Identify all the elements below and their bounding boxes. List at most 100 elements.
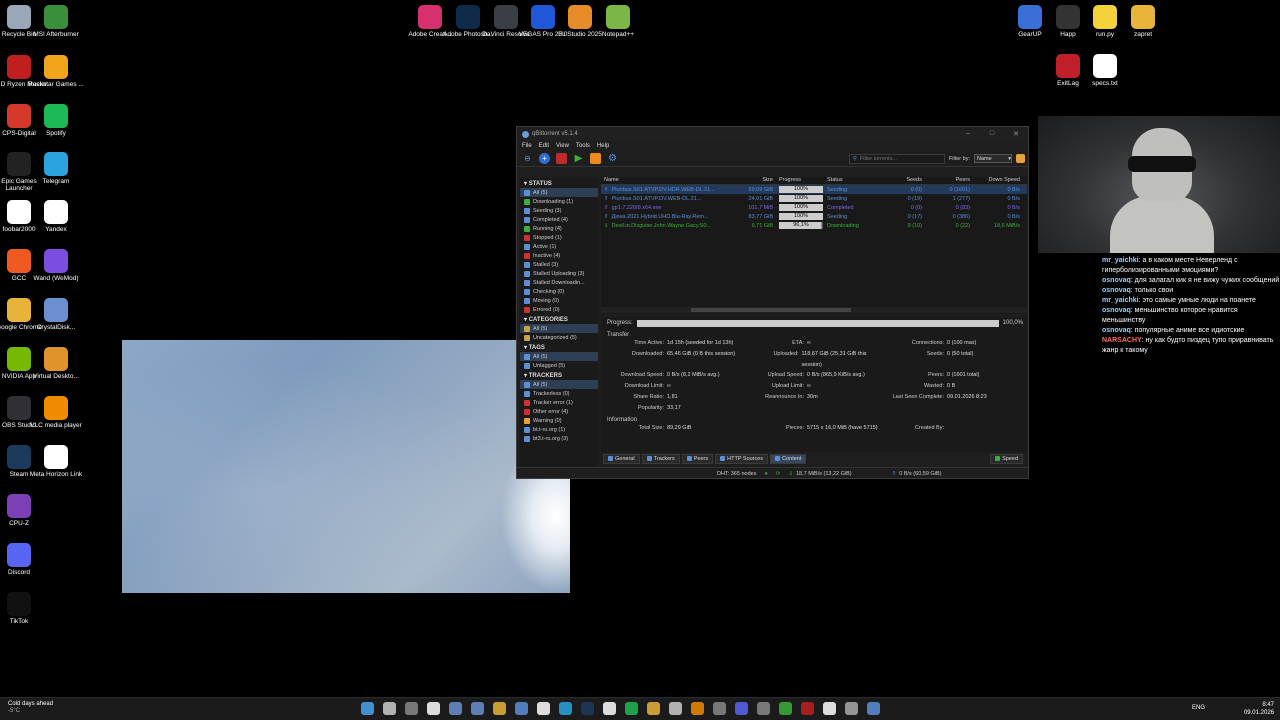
resume-icon[interactable]: ▶: [573, 153, 584, 164]
filter-select[interactable]: Name ▾: [974, 154, 1012, 163]
status-filter-item[interactable]: Seeding (3): [520, 206, 598, 215]
desktop-icon-21[interactable]: Discord: [0, 543, 50, 576]
tracker-filter-item[interactable]: bt.t-ru.org (1): [520, 425, 598, 434]
game-icon[interactable]: [757, 702, 770, 715]
cmd-icon[interactable]: [845, 702, 858, 715]
desktop-icon-19[interactable]: Meta Horizon Link: [25, 445, 87, 478]
status-filter-item[interactable]: Stalled Downloadin...: [520, 278, 598, 287]
menu-tools[interactable]: Tools: [576, 143, 590, 149]
tracker-filter-item[interactable]: Tracker error (1): [520, 398, 598, 407]
clock[interactable]: 8:47 09.01.2026: [1244, 701, 1274, 717]
add-torrent-icon[interactable]: +: [539, 153, 550, 164]
maximize-button[interactable]: □: [980, 130, 1004, 138]
brave-icon[interactable]: [691, 702, 704, 715]
start-icon[interactable]: [361, 702, 374, 715]
qbittorrent-icon[interactable]: [867, 702, 880, 715]
vscode-icon[interactable]: [471, 702, 484, 715]
col-peers[interactable]: Peers: [925, 177, 973, 184]
steam-icon[interactable]: [581, 702, 594, 715]
desktop-icon-1[interactable]: MSI Afterburner: [25, 5, 87, 38]
language-indicator[interactable]: ENG: [1192, 705, 1205, 711]
status-filter-item[interactable]: Stopped (1): [520, 233, 598, 242]
torrent-list[interactable]: Name Size Progress Status Seeds Peers Do…: [601, 177, 1027, 314]
desktop-icon-7[interactable]: Telegram: [25, 152, 87, 185]
status-filter-item[interactable]: Active (1): [520, 242, 598, 251]
status-filter-item[interactable]: Moving (0): [520, 296, 598, 305]
top-desktop-icon-9[interactable]: zapret: [1112, 5, 1174, 38]
options-gear-icon[interactable]: ⚙: [607, 153, 618, 164]
status-header[interactable]: ▾ STATUS: [520, 178, 598, 188]
menu-edit[interactable]: Edit: [539, 143, 549, 149]
col-progress[interactable]: Progress: [776, 177, 824, 184]
desktop-icon-5[interactable]: Spotify: [25, 104, 87, 137]
desktop-icon-11[interactable]: Wand (WeMod): [25, 249, 87, 282]
category-filter-item[interactable]: All (5): [520, 324, 598, 333]
torrent-row[interactable]: ⇑ Pluribus.S01.ATVP.DV.HDR.WEB-DL.21... 5…: [601, 185, 1027, 194]
top-desktop-icon-11[interactable]: specs.txt: [1074, 54, 1136, 87]
desktop-icon-17[interactable]: VLC media player: [25, 396, 87, 429]
status-filter-item[interactable]: Stalled (3): [520, 260, 598, 269]
col-down-speed[interactable]: Down Speed: [973, 177, 1023, 184]
menu-help[interactable]: Help: [597, 143, 609, 149]
chat-app-icon[interactable]: [449, 702, 462, 715]
tab-http-sources[interactable]: HTTP Sources: [715, 453, 769, 464]
add-link-icon[interactable]: ⊖: [522, 153, 533, 164]
tracker-filter-item[interactable]: Warning (0): [520, 416, 598, 425]
status-filter-item[interactable]: Running (4): [520, 224, 598, 233]
status-filter-item[interactable]: Completed (4): [520, 215, 598, 224]
edge-icon[interactable]: [515, 702, 528, 715]
minimize-button[interactable]: –: [956, 130, 980, 138]
col-seeds[interactable]: Seeds: [899, 177, 925, 184]
delete-icon[interactable]: [556, 153, 567, 164]
chrome-icon[interactable]: [647, 702, 660, 715]
exitlag-icon[interactable]: [801, 702, 814, 715]
menu-view[interactable]: View: [556, 143, 569, 149]
status-filter-item[interactable]: Downloading (1): [520, 197, 598, 206]
weather-widget[interactable]: Cold days ahead -5°C: [8, 701, 53, 715]
speed-button[interactable]: Speed: [990, 453, 1023, 464]
tag-filter-item[interactable]: Untagged (5): [520, 361, 598, 370]
desktop-icon-20[interactable]: CPU-Z: [0, 494, 50, 527]
torrent-row[interactable]: ⇓ Devil.in.Disguise.John.Wayne.Gacy.S0...…: [601, 221, 1027, 230]
scroll-thumb[interactable]: [691, 308, 851, 312]
close-button[interactable]: ✕: [1004, 130, 1028, 138]
widgets-icon[interactable]: [427, 702, 440, 715]
alt-speed-icon[interactable]: ⟳: [776, 471, 781, 477]
status-filter-item[interactable]: Inactive (4): [520, 251, 598, 260]
col-size[interactable]: Size: [741, 177, 776, 184]
tracker-filter-item[interactable]: Other error (4): [520, 407, 598, 416]
status-filter-item[interactable]: Stalled Uploading (3): [520, 269, 598, 278]
github-icon[interactable]: [669, 702, 682, 715]
torrent-row[interactable]: ⇑ Дюна.2021.Hybrid.UHD.Blu-Ray.Rem... 83,…: [601, 212, 1027, 221]
desktop-icon-15[interactable]: Virtual Deskto...: [25, 347, 87, 380]
lock-icon[interactable]: [1016, 154, 1025, 163]
torrent-row[interactable]: ⇑ gp1.7.226f9.x64.exe 101,7 MiB 100% Comp…: [601, 203, 1027, 212]
desktop-icon-9[interactable]: Yandex: [25, 200, 87, 233]
obs-icon[interactable]: [603, 702, 616, 715]
nvidia-icon[interactable]: [779, 702, 792, 715]
tab-general[interactable]: General: [603, 453, 640, 464]
desktop-icon-22[interactable]: TikTok: [0, 592, 50, 625]
search-icon[interactable]: [383, 702, 396, 715]
tags-header[interactable]: ▾ TAGS: [520, 342, 598, 352]
happ-icon[interactable]: [823, 702, 836, 715]
task-view-icon[interactable]: [405, 702, 418, 715]
spotify-icon[interactable]: [625, 702, 638, 715]
tab-content[interactable]: Content: [770, 453, 807, 464]
tab-trackers[interactable]: Trackers: [641, 453, 680, 464]
video-player-window[interactable]: [122, 340, 570, 593]
qbittorrent-window[interactable]: qBittorrent v5.1.4 – □ ✕ File Edit View …: [516, 126, 1029, 479]
pause-icon[interactable]: [590, 153, 601, 164]
top-desktop-icon-5[interactable]: Notepad++: [587, 5, 649, 38]
discord-icon[interactable]: [735, 702, 748, 715]
trackers-header[interactable]: ▾ TRACKERS: [520, 370, 598, 380]
categories-header[interactable]: ▾ CATEGORIES: [520, 314, 598, 324]
col-name[interactable]: Name: [601, 177, 741, 184]
tracker-filter-item[interactable]: All (5): [520, 380, 598, 389]
browser-icon[interactable]: [713, 702, 726, 715]
tracker-filter-item[interactable]: Trackerless (0): [520, 389, 598, 398]
tag-filter-item[interactable]: All (5): [520, 352, 598, 361]
tab-peers[interactable]: Peers: [681, 453, 714, 464]
title-bar[interactable]: qBittorrent v5.1.4 – □ ✕: [517, 127, 1028, 141]
status-filter-item[interactable]: Errored (0): [520, 305, 598, 314]
